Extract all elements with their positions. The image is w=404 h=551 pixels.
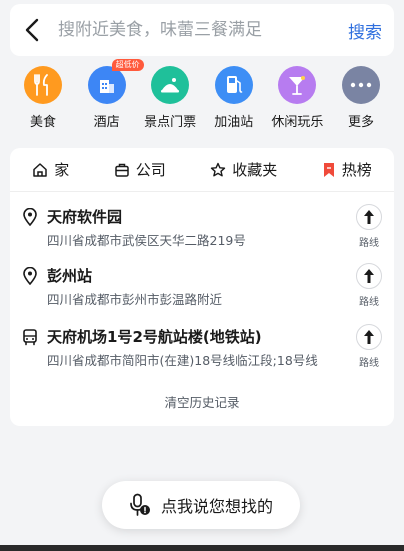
briefcase-icon [114, 163, 129, 177]
history-address: 四川省成都市彭州市彭温路附近 [47, 292, 223, 307]
category-more[interactable]: 更多 [330, 62, 392, 136]
history-item[interactable]: 天府机场1号2号航站楼(地铁站) 四川省成都市简阳市(在建)18号线临江段;18… [10, 324, 394, 384]
quick-link-label: 家 [54, 161, 70, 179]
scenic-ticket-icon [151, 66, 190, 104]
quick-link-company[interactable]: 公司 [114, 159, 166, 180]
category-row: 美食 超低价 酒店 景点门票 加油站 休闲玩乐 更多 [10, 59, 394, 136]
category-food[interactable]: 美食 [12, 62, 74, 136]
route-label: 路线 [359, 238, 379, 249]
route-circle [356, 263, 382, 289]
quick-link-label: 公司 [135, 161, 166, 179]
home-icon [33, 162, 47, 177]
clear-history-button[interactable]: 清空历史记录 [10, 392, 394, 411]
quick-link-home[interactable]: 家 [32, 159, 69, 180]
category-label: 加油站 [214, 115, 254, 130]
voice-search-button[interactable]: 点我说您想找的 [102, 481, 300, 529]
route-circle [356, 204, 382, 230]
route-button[interactable]: 路线 [350, 204, 388, 249]
route-circle [356, 324, 382, 350]
history-item[interactable]: 天府软件园 四川省成都市武侯区天华二路219号 路线 [10, 204, 394, 264]
star-icon [211, 162, 226, 176]
location-pin-icon [23, 208, 37, 226]
gas-station-icon [214, 66, 253, 104]
category-scenic-tickets[interactable]: 景点门票 [139, 62, 201, 136]
category-label: 酒店 [93, 115, 120, 130]
category-leisure[interactable]: 休闲玩乐 [266, 62, 328, 136]
route-label: 路线 [359, 358, 379, 369]
search-bar: 搜索 [10, 4, 394, 56]
history-title: 彭州站 [47, 267, 93, 285]
route-button[interactable]: 路线 [350, 263, 388, 308]
more-icon [341, 66, 380, 104]
quick-links: 家 公司 收藏夹 热榜 [10, 148, 394, 192]
microphone-icon [130, 493, 150, 516]
search-button[interactable]: 搜索 [340, 18, 394, 43]
history-title: 天府软件园 [47, 208, 123, 226]
voice-search-label: 点我说您想找的 [160, 497, 273, 516]
history-card: 家 公司 收藏夹 热榜 天府软件园 四川省成都市武侯区天华二路219号 路线 彭… [10, 148, 394, 426]
bookmark-icon [323, 162, 334, 177]
route-arrow-icon [364, 269, 374, 283]
food-icon [24, 66, 62, 104]
search-input[interactable] [54, 10, 340, 50]
back-arrow-icon [25, 18, 39, 42]
category-hotel[interactable]: 超低价 酒店 [76, 59, 144, 136]
category-label: 休闲玩乐 [271, 115, 324, 130]
quick-link-label: 收藏夹 [232, 161, 278, 179]
category-label: 美食 [29, 115, 56, 130]
history-address: 四川省成都市简阳市(在建)18号线临江段;18号线 [47, 353, 318, 368]
route-button[interactable]: 路线 [350, 324, 388, 369]
route-label: 路线 [359, 297, 379, 308]
history-title: 天府机场1号2号航站楼(地铁站) [47, 328, 262, 346]
hotel-icon [87, 66, 126, 104]
leisure-icon [278, 66, 317, 104]
route-arrow-icon [364, 210, 374, 224]
location-pin-icon [23, 267, 37, 285]
history-item[interactable]: 彭州站 四川省成都市彭州市彭温路附近 路线 [10, 263, 394, 323]
quick-link-hot-list[interactable]: 热榜 [322, 159, 372, 180]
category-label: 景点门票 [144, 115, 197, 130]
quick-link-label: 热榜 [341, 161, 372, 179]
bus-icon [23, 329, 37, 346]
system-navigation-bar [0, 545, 404, 551]
back-button[interactable] [10, 4, 54, 56]
route-arrow-icon [364, 330, 374, 344]
history-address: 四川省成都市武侯区天华二路219号 [47, 233, 246, 248]
category-label: 更多 [347, 115, 374, 130]
category-gas-station[interactable]: 加油站 [203, 62, 265, 136]
quick-link-favorites[interactable]: 收藏夹 [210, 159, 277, 180]
